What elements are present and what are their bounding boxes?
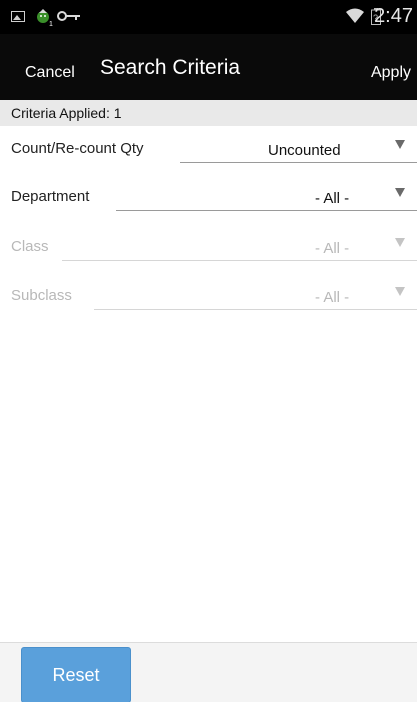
subclass-label: Subclass — [11, 287, 78, 304]
field-underline — [94, 309, 417, 310]
svg-text:1: 1 — [49, 21, 53, 27]
class-value: - All - — [315, 240, 350, 257]
picture-icon — [11, 11, 25, 22]
search-criteria-screen: 1 ? 2:47 Cancel Search Criteria Apply Cr… — [0, 0, 417, 702]
bottom-bar: Reset — [0, 642, 417, 702]
cancel-button[interactable]: Cancel — [25, 64, 75, 82]
status-bar: 1 ? 2:47 — [0, 0, 417, 34]
android-notification-icon: 1 — [37, 9, 53, 27]
field-underline — [180, 162, 417, 163]
action-bar: Cancel Search Criteria Apply — [0, 34, 417, 100]
dropdown-arrow-icon — [395, 140, 405, 149]
count-recount-qty-dropdown[interactable]: Count/Re-count Qty Uncounted — [0, 130, 417, 170]
count-recount-qty-value: Uncounted — [268, 142, 341, 159]
field-underline — [116, 210, 417, 211]
subclass-dropdown: Subclass - All - — [0, 277, 417, 317]
criteria-applied-bar: Criteria Applied: 1 — [0, 100, 417, 126]
department-label: Department — [11, 188, 96, 205]
department-dropdown[interactable]: Department - All - — [0, 178, 417, 218]
department-value: - All - — [315, 190, 350, 207]
criteria-applied-text: Criteria Applied: 1 — [11, 105, 122, 121]
reset-button[interactable]: Reset — [21, 647, 131, 702]
class-dropdown: Class - All - — [0, 228, 417, 268]
dropdown-arrow-icon — [395, 188, 405, 197]
wifi-icon — [346, 8, 364, 23]
class-label: Class — [11, 238, 55, 255]
dropdown-arrow-icon — [395, 238, 405, 247]
subclass-value: - All - — [315, 289, 350, 306]
count-recount-qty-label: Count/Re-count Qty — [11, 140, 150, 157]
apply-button[interactable]: Apply — [371, 64, 411, 82]
key-icon — [57, 11, 80, 21]
status-time: 2:47 — [374, 5, 413, 27]
field-underline — [62, 260, 417, 261]
dropdown-arrow-icon — [395, 287, 405, 296]
page-title: Search Criteria — [100, 56, 241, 79]
